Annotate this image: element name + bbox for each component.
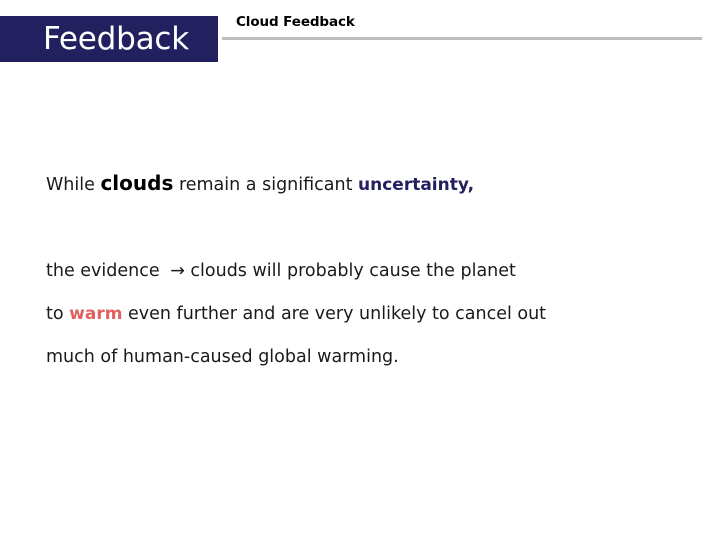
body-paragraph-line-2: the evidence → clouds will probably caus… xyxy=(46,261,516,281)
emphasis-warm: warm xyxy=(69,304,123,324)
header-divider-rule xyxy=(222,37,702,40)
line3-text-b: even further and are very unlikely to ca… xyxy=(122,304,547,324)
slide-body: While clouds remain a significant uncert… xyxy=(0,80,720,540)
body-paragraph-line-4: much of human-caused global warming. xyxy=(46,347,399,367)
emphasis-clouds: clouds xyxy=(100,171,174,195)
slide-header: Feedback Cloud Feedback xyxy=(0,0,720,80)
right-arrow-icon: → xyxy=(170,261,185,281)
slide-subtitle: Cloud Feedback xyxy=(236,14,355,30)
line2-text-a: the evidence xyxy=(46,261,166,281)
line4-text: much of human-caused global warming. xyxy=(46,347,399,367)
slide-title: Feedback xyxy=(42,20,190,57)
line2-text-b: clouds will probably cause the planet xyxy=(184,261,516,281)
body-paragraph-line-3: to warm even further and are very unlike… xyxy=(46,304,547,324)
line3-text-a: to xyxy=(46,304,70,324)
emphasis-uncertainty: uncertainty, xyxy=(358,175,475,195)
line1-text-a: While xyxy=(46,175,101,195)
body-paragraph-line-1: While clouds remain a significant uncert… xyxy=(46,173,474,195)
title-banner: Feedback xyxy=(0,16,218,62)
line1-text-b: remain a significant xyxy=(173,175,359,195)
